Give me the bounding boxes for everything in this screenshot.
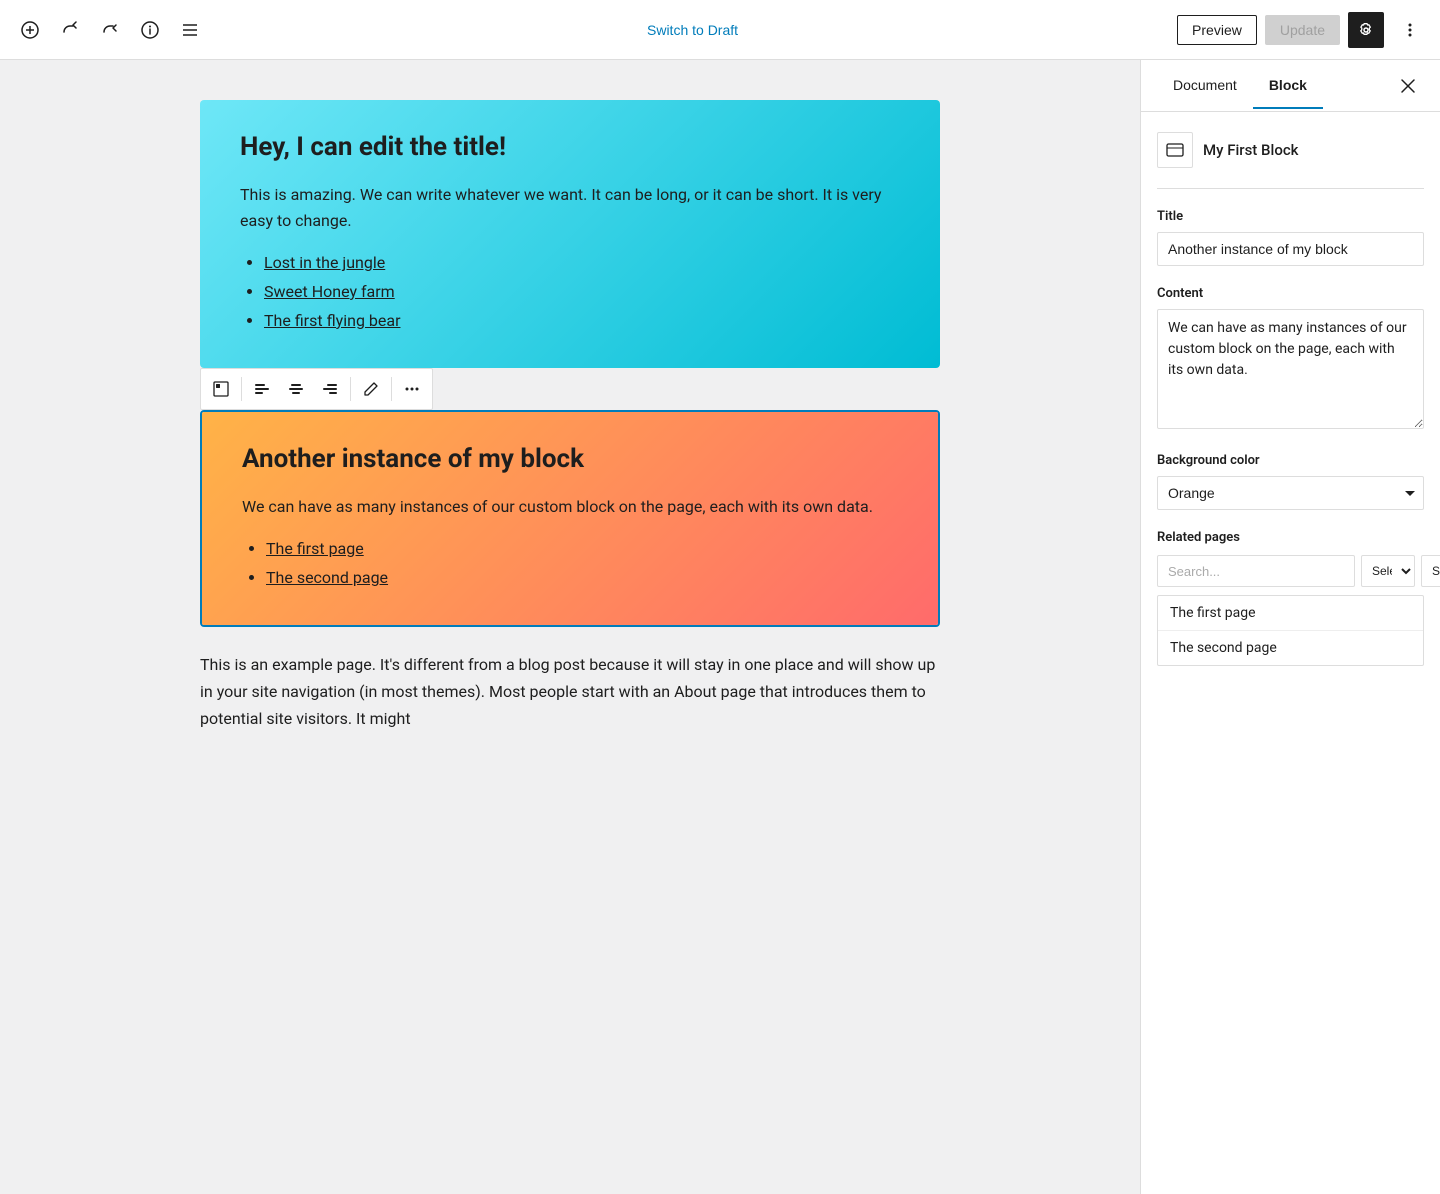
- bg-color-select[interactable]: Orange: [1157, 476, 1424, 510]
- text-block-content: This is an example page. It's different …: [200, 651, 940, 733]
- block-teal[interactable]: Hey, I can edit the title! This is amazi…: [200, 100, 940, 368]
- tab-document[interactable]: Document: [1157, 63, 1253, 109]
- preview-button[interactable]: Preview: [1177, 15, 1257, 45]
- sidebar-tabs-left: Document Block: [1157, 63, 1323, 108]
- toolbar-left: [12, 12, 208, 48]
- title-form-group: Title: [1157, 209, 1424, 266]
- block-type-button[interactable]: [205, 373, 237, 405]
- list-link[interactable]: The first flying bear: [264, 311, 401, 330]
- block1-list: Lost in the jungle Sweet Honey farm The …: [240, 249, 900, 335]
- list-link[interactable]: The first page: [266, 539, 364, 558]
- sidebar-content: My First Block Title Content We can have…: [1141, 112, 1440, 706]
- bg-color-label: Background color: [1157, 453, 1424, 468]
- title-input[interactable]: [1157, 232, 1424, 266]
- list-item: Sweet Honey farm: [264, 278, 900, 307]
- block-title-row: My First Block: [1157, 132, 1424, 189]
- editor-area: Hey, I can edit the title! This is amazi…: [0, 60, 1140, 1194]
- top-toolbar: Switch to Draft Preview Update: [0, 0, 1440, 60]
- redo-button[interactable]: [92, 12, 128, 48]
- related-pages-label: Related pages: [1157, 530, 1424, 545]
- list-item: Lost in the jungle: [264, 249, 900, 278]
- block2-wrapper[interactable]: Another instance of my block We can have…: [200, 410, 940, 627]
- list-view-button[interactable]: [172, 12, 208, 48]
- list-item: The second page: [266, 564, 898, 593]
- content-textarea[interactable]: We can have as many instances of our cus…: [1157, 309, 1424, 429]
- block-icon: [1157, 132, 1193, 168]
- bg-color-form-group: Background color Orange: [1157, 453, 1424, 510]
- settings-button[interactable]: [1348, 12, 1384, 48]
- add-block-button[interactable]: [12, 12, 48, 48]
- block2-list: The first page The second page: [242, 535, 898, 593]
- bg-color-select-wrapper: Orange: [1157, 476, 1424, 510]
- related-pages-list: The first page The second page: [1157, 595, 1424, 666]
- toolbar-right: Preview Update: [1177, 12, 1428, 48]
- list-item: The first page: [266, 535, 898, 564]
- toolbar-center: Switch to Draft: [212, 16, 1173, 44]
- align-right-button[interactable]: [314, 373, 346, 405]
- more-block-options-button[interactable]: [396, 373, 428, 405]
- update-button[interactable]: Update: [1265, 15, 1340, 45]
- main-layout: Hey, I can edit the title! This is amazi…: [0, 60, 1440, 1194]
- block1-body: This is amazing. We can write whatever w…: [240, 182, 900, 233]
- list-link[interactable]: Lost in the jungle: [264, 253, 385, 272]
- related-search-input[interactable]: [1157, 555, 1355, 587]
- tab-block[interactable]: Block: [1253, 63, 1323, 109]
- toolbar-separator: [241, 377, 242, 401]
- block2-body: We can have as many instances of our cus…: [242, 494, 898, 520]
- block-orange: Another instance of my block We can have…: [202, 412, 938, 625]
- block1-title: Hey, I can edit the title!: [240, 132, 900, 162]
- list-link[interactable]: Sweet Honey farm: [264, 282, 395, 301]
- list-item: The first flying bear: [264, 307, 900, 336]
- sidebar-close-button[interactable]: [1392, 70, 1424, 102]
- related-select-2[interactable]: Sele: [1421, 555, 1440, 587]
- editor-inner: Hey, I can edit the title! This is amazi…: [200, 100, 940, 756]
- toolbar-separator: [350, 377, 351, 401]
- block2-title: Another instance of my block: [242, 444, 898, 474]
- related-page-item[interactable]: The first page: [1158, 596, 1423, 631]
- sidebar-tabs: Document Block: [1141, 60, 1440, 112]
- content-form-group: Content We can have as many instances of…: [1157, 286, 1424, 433]
- text-block: This is an example page. It's different …: [200, 627, 940, 757]
- related-pages-group: Related pages Sele Sele The first page T…: [1157, 530, 1424, 666]
- content-field-label: Content: [1157, 286, 1424, 301]
- switch-to-draft-button[interactable]: Switch to Draft: [635, 16, 750, 44]
- more-options-button[interactable]: [1392, 12, 1428, 48]
- related-select-1[interactable]: Sele: [1361, 555, 1415, 587]
- info-button[interactable]: [132, 12, 168, 48]
- block-toolbar: [200, 368, 433, 410]
- align-center-button[interactable]: [280, 373, 312, 405]
- title-field-label: Title: [1157, 209, 1424, 224]
- align-left-button[interactable]: [246, 373, 278, 405]
- edit-button[interactable]: [355, 373, 387, 405]
- sidebar: Document Block My First Bl: [1140, 60, 1440, 1194]
- block-name-label: My First Block: [1203, 141, 1298, 159]
- undo-button[interactable]: [52, 12, 88, 48]
- related-search-row: Sele Sele: [1157, 555, 1424, 587]
- toolbar-separator: [391, 377, 392, 401]
- list-link[interactable]: The second page: [266, 568, 388, 587]
- related-page-item[interactable]: The second page: [1158, 631, 1423, 665]
